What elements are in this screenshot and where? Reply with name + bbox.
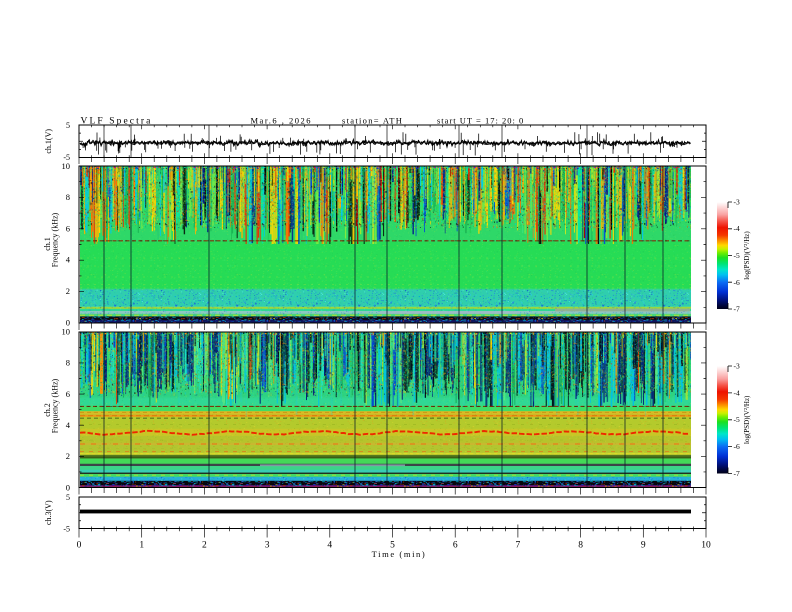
svg-text:-4: -4 [734,224,740,233]
svg-text:VLF Spectra: VLF Spectra [81,117,153,127]
svg-text:9: 9 [641,541,646,551]
svg-text:log(PSD)(V²/Hz): log(PSD)(V²/Hz) [743,395,751,444]
svg-text:8: 8 [66,192,70,202]
svg-text:-5: -5 [734,251,740,260]
svg-text:5: 5 [66,121,70,130]
svg-text:0: 0 [77,541,82,551]
svg-text:Time (min): Time (min) [372,549,427,559]
svg-text:-6: -6 [734,442,740,451]
svg-text:-7: -7 [734,305,740,314]
svg-text:10: 10 [701,541,711,551]
svg-text:4: 4 [66,255,71,265]
svg-text:-7: -7 [734,469,740,478]
svg-text:2: 2 [66,451,70,461]
svg-text:7: 7 [516,541,521,551]
svg-text:4: 4 [66,420,71,430]
svg-text:0: 0 [66,482,70,492]
svg-text:start UT = 17: 20: 0: start UT = 17: 20: 0 [437,116,524,126]
svg-text:6: 6 [453,541,458,551]
svg-text:8: 8 [578,541,583,551]
svg-text:4: 4 [327,541,332,551]
svg-text:-5: -5 [63,525,70,534]
svg-text:-5: -5 [734,415,740,424]
svg-text:Mar.6 , 2026: Mar.6 , 2026 [251,116,312,126]
svg-text:Frequency (kHz): Frequency (kHz) [51,212,60,267]
svg-text:-4: -4 [734,388,740,397]
svg-text:3: 3 [265,541,270,551]
svg-text:2: 2 [202,541,207,551]
svg-text:-6: -6 [734,278,740,287]
svg-text:-3: -3 [734,362,740,371]
svg-text:6: 6 [66,223,70,233]
svg-text:1: 1 [139,541,144,551]
svg-text:10: 10 [62,327,71,337]
svg-text:2: 2 [66,286,70,296]
svg-text:log(PSD)(V²/Hz): log(PSD)(V²/Hz) [743,231,751,280]
svg-text:5: 5 [66,493,70,502]
svg-text:8: 8 [66,358,70,368]
svg-text:ch.1(V): ch.1(V) [44,129,53,154]
svg-text:10: 10 [62,161,71,171]
svg-text:Frequency (kHz): Frequency (kHz) [51,378,60,433]
svg-text:ch.3(V): ch.3(V) [44,500,53,525]
svg-text:station= ATH: station= ATH [342,116,403,126]
svg-text:-3: -3 [734,198,740,207]
svg-text:6: 6 [66,389,70,399]
